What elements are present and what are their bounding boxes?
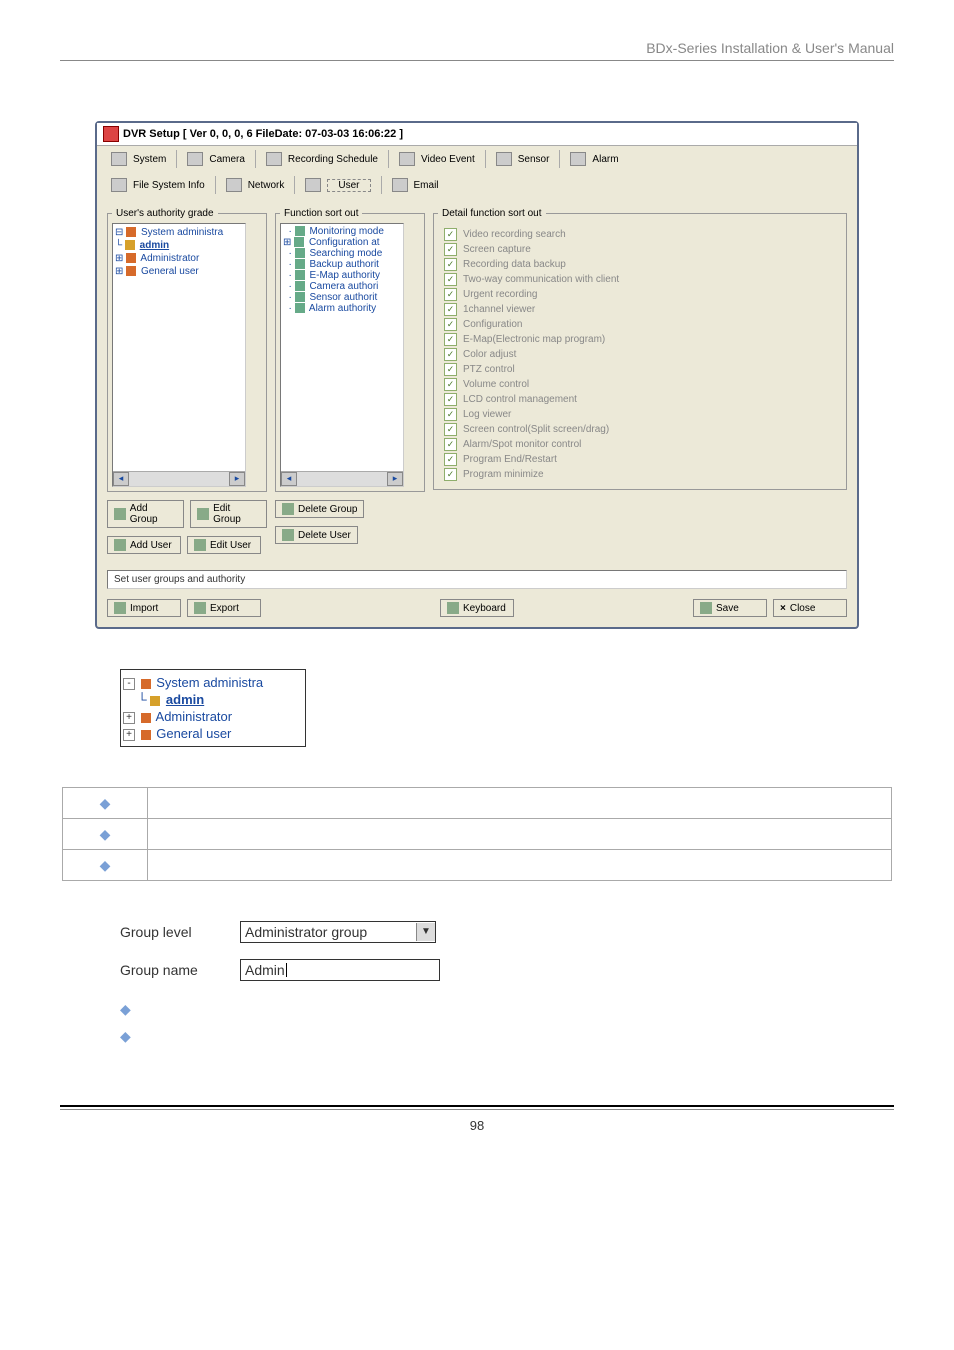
checkbox-row[interactable]: ✓LCD control management — [444, 392, 836, 407]
checkbox-row[interactable]: ✓1channel viewer — [444, 302, 836, 317]
legend-function-sort: Function sort out — [280, 208, 362, 219]
tab-camera[interactable]: Camera — [183, 150, 256, 168]
add-user-button[interactable]: Add User — [107, 536, 181, 554]
tab-recording-schedule[interactable]: Recording Schedule — [262, 150, 389, 168]
checkbox-row[interactable]: ✓Urgent recording — [444, 287, 836, 302]
bullet-icon: ◆ — [120, 1028, 834, 1045]
chevron-down-icon[interactable]: ▼ — [416, 923, 435, 941]
tab-sensor[interactable]: Sensor — [492, 150, 561, 168]
fieldset-function-sort: Function sort out · Monitoring mode⊞ Con… — [275, 208, 425, 492]
checkbox-row[interactable]: ✓PTZ control — [444, 362, 836, 377]
function-tree[interactable]: · Monitoring mode⊞ Configuration at · Se… — [280, 223, 404, 487]
delete-group-button[interactable]: Delete Group — [275, 500, 364, 518]
tab-file-system-info[interactable]: File System Info — [107, 176, 216, 194]
fieldset-detail-function: Detail function sort out ✓Video recordin… — [433, 208, 847, 490]
checkbox-row[interactable]: ✓Two-way communication with client — [444, 272, 836, 287]
checkbox-row[interactable]: ✓Program minimize — [444, 467, 836, 482]
group-level-label: Group level — [120, 924, 220, 940]
checkbox-row[interactable]: ✓Color adjust — [444, 347, 836, 362]
group-level-select[interactable]: Administrator group ▼ — [240, 921, 436, 943]
keyboard-button[interactable]: Keyboard — [440, 599, 514, 617]
page-header: BDx-Series Installation & User's Manual — [60, 40, 894, 61]
func-hscroll[interactable]: ◂▸ — [281, 471, 403, 486]
mini-user-tree: - System administra └ admin+ Administrat… — [120, 669, 306, 747]
bullet-icon: ◆ — [120, 1001, 834, 1018]
legend-detail-function: Detail function sort out — [438, 208, 546, 219]
detail-checklist: ✓Video recording search✓Screen capture✓R… — [438, 223, 842, 486]
group-form: Group level Administrator group ▼ Group … — [120, 921, 834, 981]
checkbox-row[interactable]: ✓Screen control(Split screen/drag) — [444, 422, 836, 437]
tab-alarm[interactable]: Alarm — [566, 150, 628, 168]
edit-user-button[interactable]: Edit User — [187, 536, 261, 554]
window-titlebar: DVR Setup [ Ver 0, 0, 0, 6 FileDate: 07-… — [97, 123, 857, 146]
checkbox-row[interactable]: ✓Recording data backup — [444, 257, 836, 272]
tab-user[interactable]: User — [301, 176, 381, 194]
top-nav-row2: File System Info Network User Email — [97, 172, 857, 198]
checkbox-row[interactable]: ✓Program End/Restart — [444, 452, 836, 467]
checkbox-row[interactable]: ✓Video recording search — [444, 227, 836, 242]
checkbox-row[interactable]: ✓Configuration — [444, 317, 836, 332]
tab-system[interactable]: System — [107, 150, 177, 168]
page-number: 98 — [60, 1118, 894, 1133]
tree-hscroll[interactable]: ◂▸ — [113, 471, 245, 486]
group-name-label: Group name — [120, 962, 220, 978]
add-group-button[interactable]: Add Group — [107, 500, 184, 528]
close-button[interactable]: ×Close — [773, 599, 847, 617]
table-row: ◆ — [63, 788, 892, 819]
table-row: ◆ — [63, 819, 892, 850]
bullet-table: ◆ ◆ ◆ — [62, 787, 892, 881]
dvr-setup-window: DVR Setup [ Ver 0, 0, 0, 6 FileDate: 07-… — [95, 121, 859, 629]
edit-group-button[interactable]: Edit Group — [190, 500, 267, 528]
status-bar: Set user groups and authority — [107, 570, 847, 589]
tab-email[interactable]: Email — [388, 176, 449, 194]
tab-video-event[interactable]: Video Event — [395, 150, 486, 168]
export-button[interactable]: Export — [187, 599, 261, 617]
user-tree[interactable]: ⊟ System administra └ admin⊞ Administrat… — [112, 223, 246, 487]
legend-user-authority: User's authority grade — [112, 208, 218, 219]
tab-network[interactable]: Network — [222, 176, 296, 194]
checkbox-row[interactable]: ✓Volume control — [444, 377, 836, 392]
checkbox-row[interactable]: ✓Alarm/Spot monitor control — [444, 437, 836, 452]
save-button[interactable]: Save — [693, 599, 767, 617]
table-row: ◆ — [63, 850, 892, 881]
app-icon — [103, 126, 119, 142]
group-name-input[interactable]: Admin — [240, 959, 440, 981]
checkbox-row[interactable]: ✓Screen capture — [444, 242, 836, 257]
checkbox-row[interactable]: ✓E-Map(Electronic map program) — [444, 332, 836, 347]
window-title: DVR Setup [ Ver 0, 0, 0, 6 FileDate: 07-… — [123, 128, 403, 140]
fieldset-user-authority: User's authority grade ⊟ System administ… — [107, 208, 267, 492]
top-nav-row1: System Camera Recording Schedule Video E… — [97, 146, 857, 172]
delete-user-button[interactable]: Delete User — [275, 526, 358, 544]
checkbox-row[interactable]: ✓Log viewer — [444, 407, 836, 422]
import-button[interactable]: Import — [107, 599, 181, 617]
